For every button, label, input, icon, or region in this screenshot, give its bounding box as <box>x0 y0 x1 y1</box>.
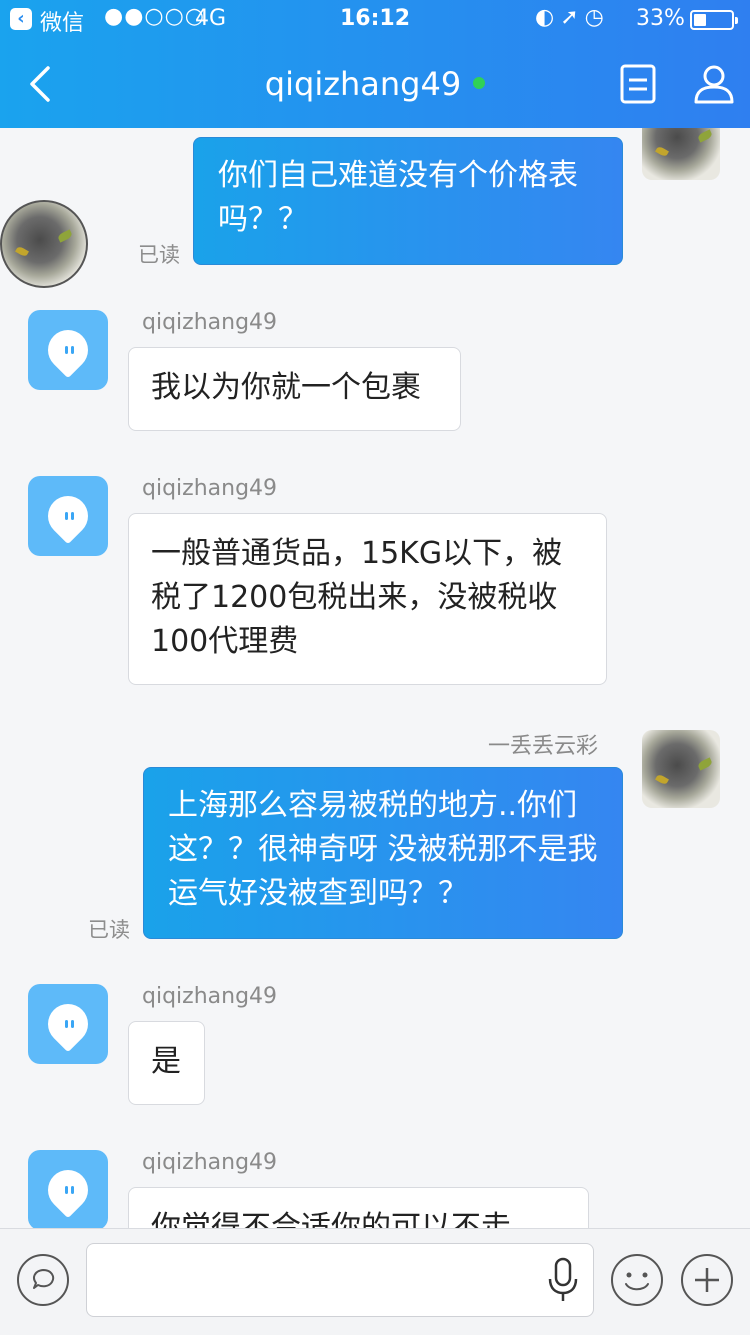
message-bubble-outgoing[interactable]: 上海那么容易被税的地方..你们这？？很神奇呀 没被税那不是我运气好没被查到吗？？ <box>143 767 623 939</box>
sender-name: qiqizhang49 <box>142 310 278 335</box>
chat-bubble-icon[interactable] <box>16 1253 70 1307</box>
sender-name: qiqizhang49 <box>142 1150 278 1175</box>
message-bubble-incoming[interactable]: 一般普通货品，15KG以下，被税了1200包税出来，没被税收100代理费 <box>128 513 607 685</box>
read-receipt: 已读 <box>88 918 130 942</box>
document-icon[interactable] <box>616 62 660 106</box>
chat-title-text: qiqizhang49 <box>264 65 462 103</box>
user-avatar[interactable] <box>642 730 720 808</box>
sender-name: qiqizhang49 <box>142 476 278 501</box>
emoji-icon[interactable] <box>610 1253 664 1307</box>
profile-icon[interactable] <box>692 62 736 106</box>
bot-avatar-icon[interactable] <box>28 476 108 556</box>
top-header: ‹ 微信 ●●○○○ 4G 16:12 ◐➚◷ 33% qiqizhang49 <box>0 0 750 128</box>
status-bar: ‹ 微信 ●●○○○ 4G 16:12 ◐➚◷ 33% <box>0 0 750 40</box>
message-bubble-outgoing[interactable]: 你们自己难道没有个价格表吗？？ <box>193 137 623 265</box>
contact-avatar[interactable] <box>0 200 88 288</box>
bot-avatar-icon[interactable] <box>28 984 108 1064</box>
message-bubble-incoming[interactable]: 我以为你就一个包裹 <box>128 347 461 431</box>
battery-icon <box>690 10 738 30</box>
online-status-dot <box>473 77 486 89</box>
plus-icon[interactable] <box>680 1253 734 1307</box>
bot-avatar-icon[interactable] <box>28 310 108 390</box>
chat-area[interactable]: 已读 你们自己难道没有个价格表吗？？ qiqizhang49 我以为你就一个包裹… <box>0 128 750 1228</box>
status-icons: ◐➚◷ <box>535 5 610 30</box>
sender-name: qiqizhang49 <box>142 984 278 1009</box>
bot-avatar-icon[interactable] <box>28 1150 108 1228</box>
read-receipt: 已读 <box>138 243 180 267</box>
battery-percent: 33% <box>636 6 685 31</box>
message-input[interactable] <box>86 1243 594 1317</box>
sender-name: 一丢丢云彩 <box>488 734 599 759</box>
input-bar <box>0 1228 750 1335</box>
message-bubble-incoming[interactable]: 你觉得不合适你的可以不走 <box>128 1187 589 1228</box>
user-avatar[interactable] <box>642 128 720 180</box>
microphone-icon[interactable] <box>546 1257 580 1303</box>
message-bubble-incoming[interactable]: 是 <box>128 1021 205 1105</box>
